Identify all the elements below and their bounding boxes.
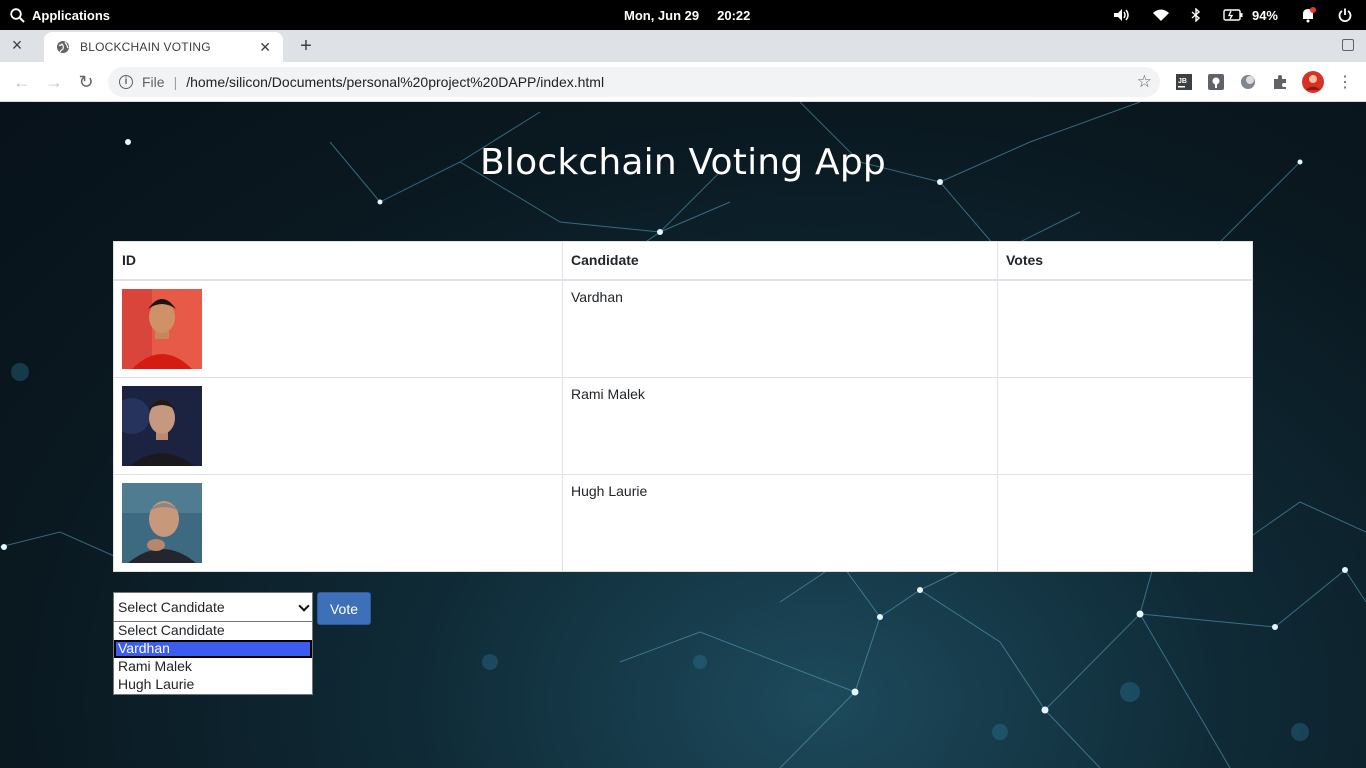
menu-kebab-icon[interactable]: ⋮ [1333, 70, 1357, 94]
clock[interactable]: Mon, Jun 29 20:22 [624, 0, 750, 30]
forward-icon[interactable]: → [42, 70, 66, 94]
id-cell [113, 376, 563, 475]
tab-strip: × BLOCKCHAIN VOTING ✕ + [0, 30, 1366, 62]
candidate-cell: Rami Malek [562, 376, 998, 475]
extension-circle-icon[interactable] [1240, 74, 1256, 90]
table-header-row: ID Candidate Votes [113, 241, 1253, 281]
table-row: Hugh Laurie [113, 473, 1253, 572]
power-icon[interactable] [1338, 8, 1352, 22]
search-icon [10, 7, 25, 23]
dropdown-option[interactable]: Select Candidate [114, 622, 312, 640]
votes-cell [997, 376, 1253, 475]
id-cell [113, 279, 563, 378]
header-votes: Votes [997, 241, 1253, 281]
url-text[interactable]: /home/silicon/Documents/personal%20proje… [186, 74, 604, 90]
candidate-cell: Vardhan [562, 279, 998, 378]
globe-icon [57, 41, 69, 53]
bookmark-star-icon[interactable]: ☆ [1137, 73, 1152, 90]
date-label: Mon, Jun 29 [624, 7, 700, 23]
candidate-cell: Hugh Laurie [562, 473, 998, 572]
chevron-down-icon [298, 600, 310, 612]
applications-menu[interactable]: Applications [10, 0, 110, 30]
page-title: Blockchain Voting App [480, 142, 886, 183]
scheme-label: File [142, 74, 165, 90]
extension-pin-icon[interactable] [1208, 74, 1224, 90]
profile-avatar[interactable] [1302, 71, 1324, 93]
applications-label: Applications [32, 7, 111, 23]
dropdown-option[interactable]: Rami Malek [114, 658, 312, 676]
time-label: 20:22 [717, 7, 751, 23]
new-tab-icon[interactable]: + [296, 35, 316, 58]
jetbrains-extension-icon[interactable]: JB [1176, 74, 1192, 90]
candidate-photo [122, 288, 202, 369]
volume-icon[interactable] [1113, 8, 1131, 22]
dropdown-option-highlighted[interactable]: Vardhan [114, 640, 312, 658]
table-row: Vardhan [113, 279, 1253, 378]
notification-bell-icon[interactable] [1300, 7, 1316, 23]
dropdown-option[interactable]: Hugh Laurie [114, 676, 312, 694]
battery-indicator[interactable]: 94% [1223, 8, 1278, 23]
votes-cell [997, 473, 1253, 572]
close-window-icon[interactable]: × [8, 36, 26, 54]
svg-text:JB: JB [1178, 78, 1187, 85]
candidate-photo [122, 482, 202, 563]
info-icon[interactable]: i [119, 75, 133, 89]
extensions-puzzle-icon[interactable] [1272, 74, 1288, 90]
wifi-icon[interactable] [1152, 9, 1169, 21]
tab-title: BLOCKCHAIN VOTING [80, 40, 211, 54]
back-icon[interactable]: ← [10, 70, 34, 94]
scheme-separator: | [173, 74, 178, 90]
tab-close-icon[interactable]: ✕ [259, 39, 271, 56]
restore-window-icon[interactable] [1342, 39, 1354, 51]
page-content: Blockchain Voting App ID Candidate Votes… [0, 102, 1366, 768]
vote-button[interactable]: Vote [317, 592, 371, 625]
candidate-select[interactable]: Select Candidate [113, 592, 313, 622]
votes-cell [997, 279, 1253, 378]
tab-blockchain-voting[interactable]: BLOCKCHAIN VOTING ✕ [44, 32, 283, 62]
system-top-bar: Applications Mon, Jun 29 20:22 94% [0, 0, 1366, 30]
address-bar[interactable]: i File | /home/silicon/Documents/persona… [108, 67, 1160, 97]
id-cell [113, 473, 563, 572]
candidates-table: ID Candidate Votes Vardhan Rami Malek Hu… [113, 241, 1253, 572]
select-value: Select Candidate [118, 599, 225, 615]
browser-toolbar: ← → ↻ i File | /home/silicon/Documents/p… [0, 62, 1366, 102]
battery-icon [1223, 9, 1243, 21]
header-id: ID [113, 241, 563, 281]
table-row: Rami Malek [113, 376, 1253, 475]
candidate-dropdown-list: Select Candidate Vardhan Rami Malek Hugh… [113, 621, 313, 695]
candidate-photo [122, 385, 202, 466]
header-candidate: Candidate [562, 241, 998, 281]
battery-percent: 94% [1251, 7, 1278, 23]
reload-icon[interactable]: ↻ [74, 70, 98, 94]
bluetooth-icon[interactable] [1191, 8, 1201, 22]
system-tray: 94% [1113, 0, 1352, 30]
